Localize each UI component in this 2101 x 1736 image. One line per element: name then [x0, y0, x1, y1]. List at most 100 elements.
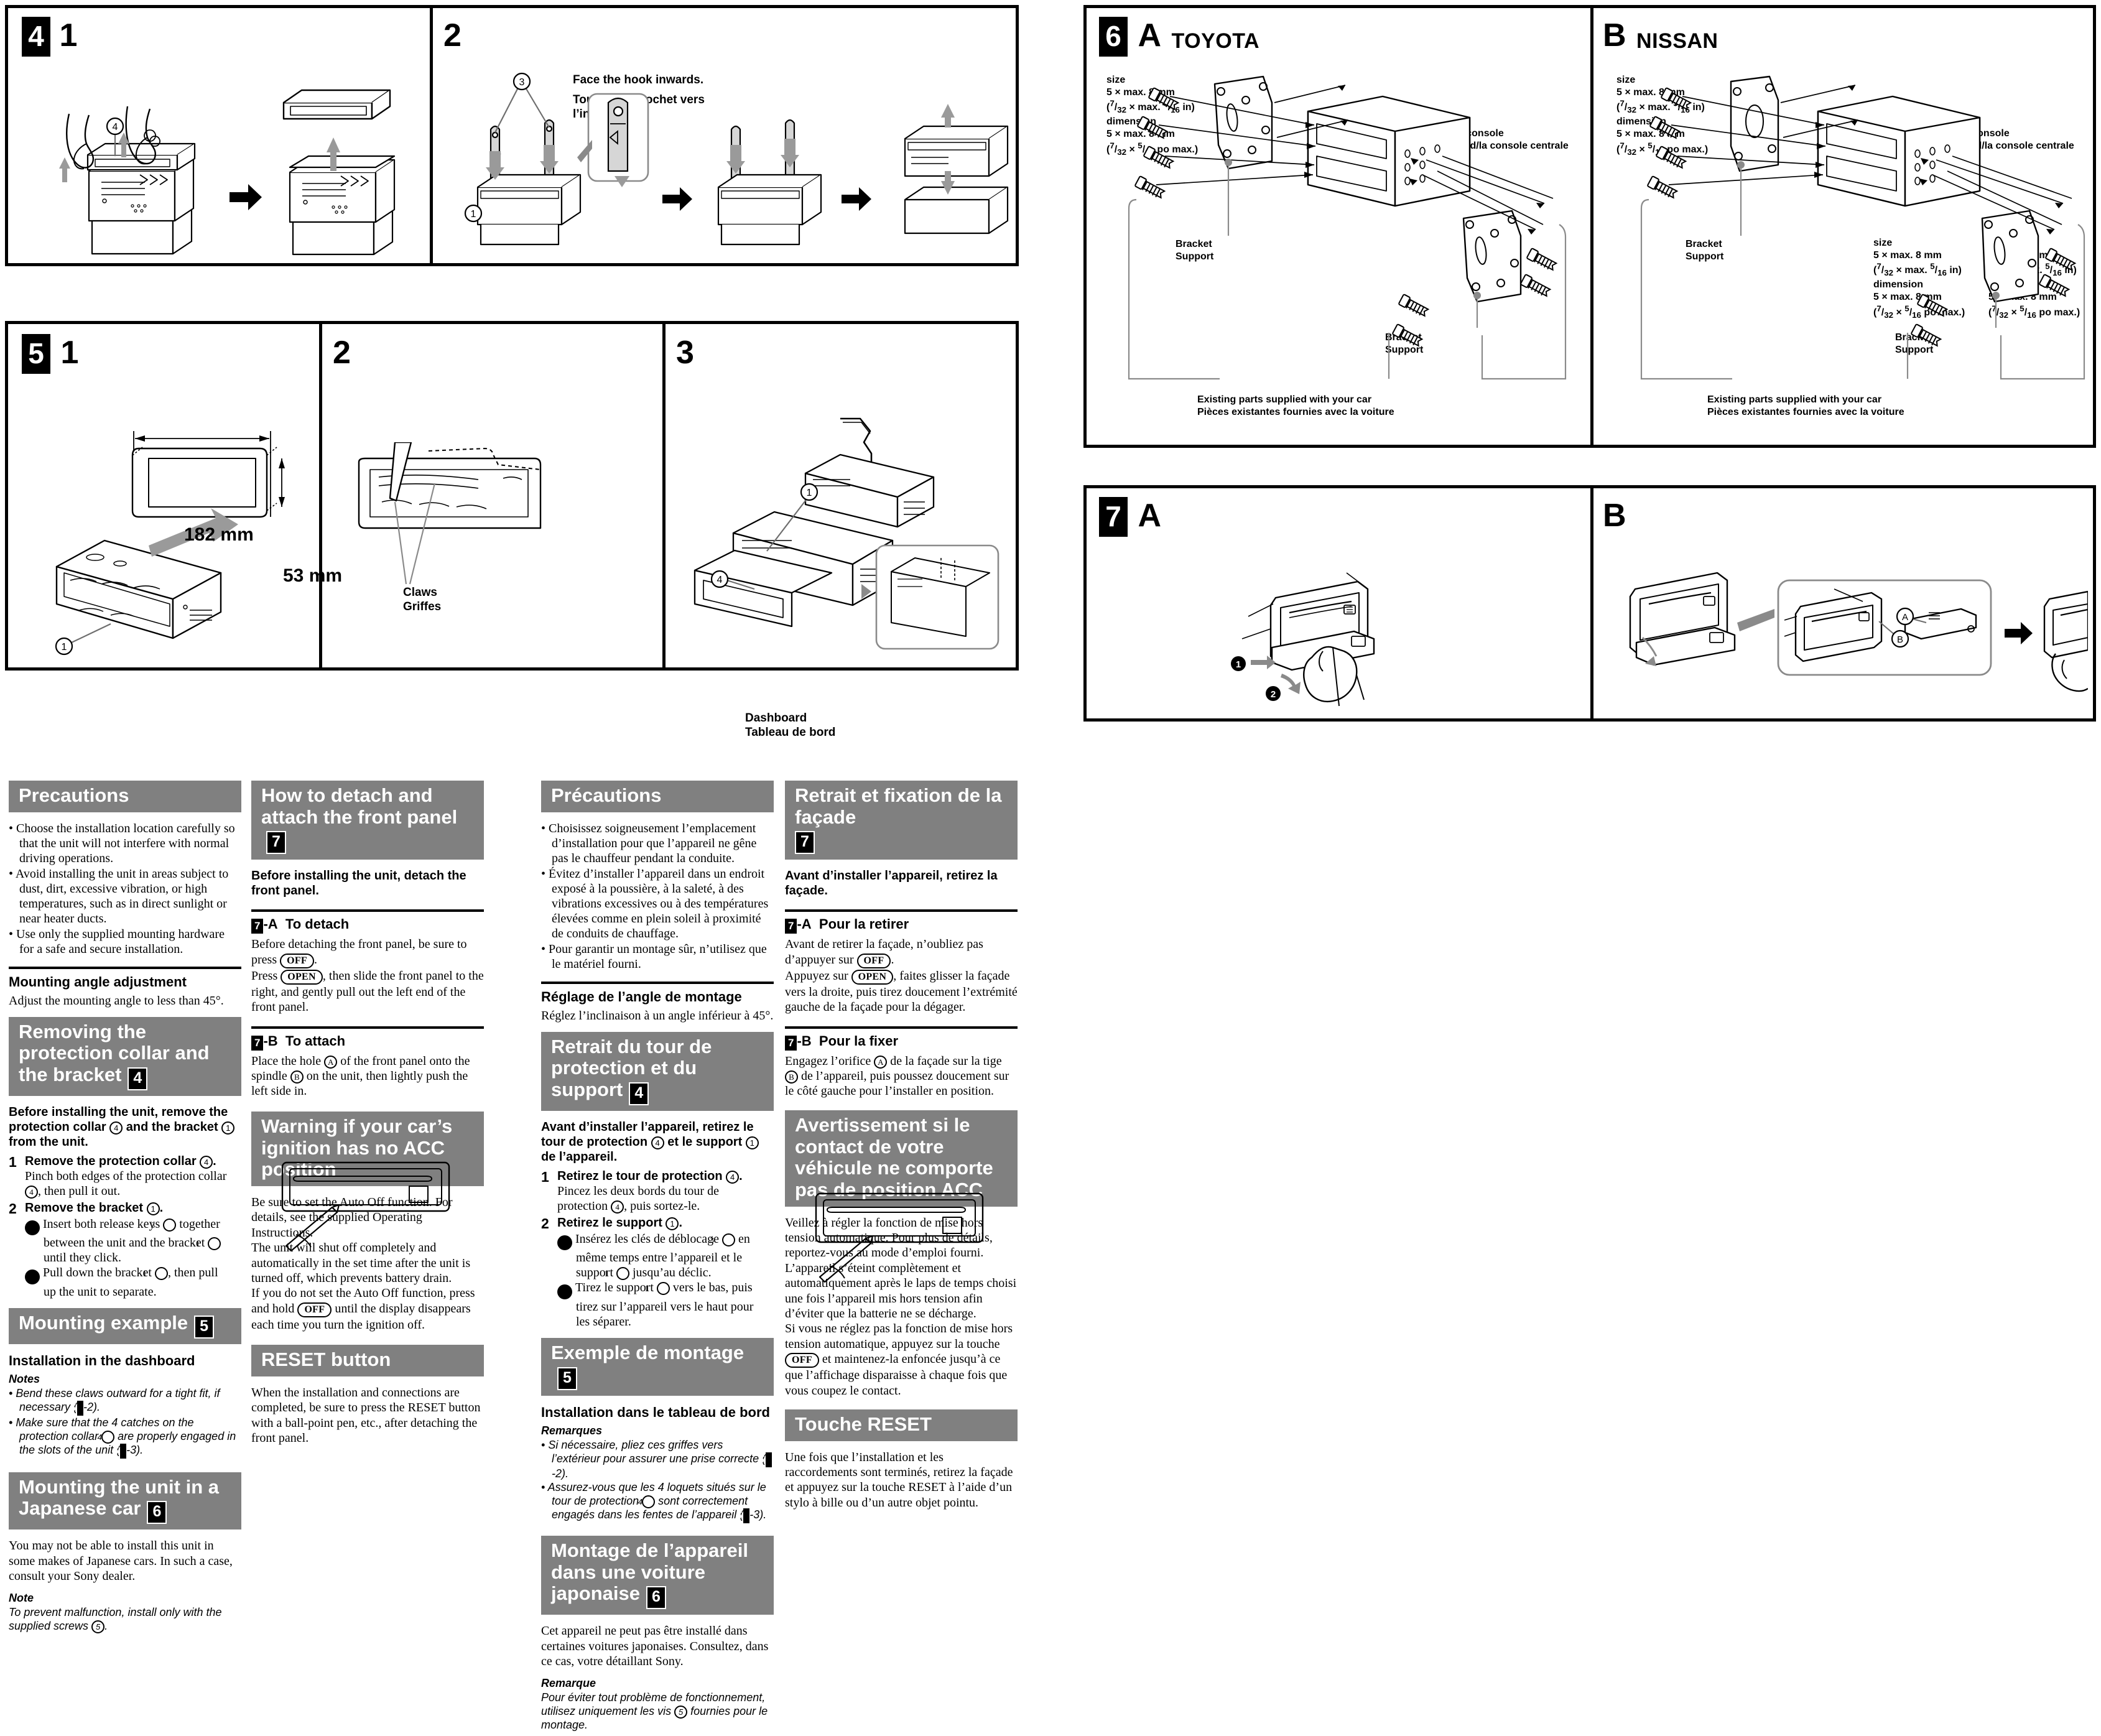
part-number-1: 1	[142, 1267, 168, 1281]
section-header-mounting-example-fr: Exemple de montage 5	[541, 1337, 774, 1396]
panel-7-header-b: B	[1603, 497, 1626, 532]
precaution-item: Pour garantir un montage sûr, n’utilisez…	[541, 942, 774, 972]
japanese-note-en: To prevent malfunction, install only wit…	[9, 1606, 222, 1634]
step-number: 2	[9, 1200, 17, 1217]
angle-title-fr: Réglage de l’angle de montage	[541, 988, 742, 1005]
section-badge-5-fr: 5	[557, 1367, 577, 1390]
reset-title-fr: Touche RESET	[795, 1413, 932, 1435]
panel-step-5: 5 1 1 182 mm 53 mm 2 Claws Griffes 3 Das…	[5, 321, 1019, 739]
removing-steps-en: 1 Remove the protection collar 4. Pinch …	[9, 1154, 241, 1299]
angle-body-en: Adjust the mounting angle to less than 4…	[9, 994, 224, 1008]
detach-a-body-fr: Avant de retirer la façade, n’oubliez pa…	[785, 937, 1018, 1014]
dimension-height-label: 53 mm	[283, 565, 343, 586]
removing-step-1: 1 Retirez le tour de protection 4. Pince…	[541, 1168, 743, 1214]
step-badge-4: 4	[22, 17, 50, 57]
ref-letter-b: B	[785, 1070, 798, 1084]
attach-b-label: -B	[263, 1033, 278, 1049]
step-2-item-2: 2 Pull down the bracket 1, then pull up t…	[14, 1266, 218, 1299]
panel-5-2-header: 2	[333, 334, 351, 369]
svg-text:1: 1	[807, 488, 812, 498]
precaution-item: Évitez d’installer l’appareil dans un en…	[541, 866, 774, 941]
text-column-en-left: Precautions Choose the installation loca…	[9, 781, 241, 1637]
removing-steps-fr: 1 Retirez le tour de protection 4. Pince…	[541, 1169, 774, 1329]
section-badge-4-fr: 4	[629, 1082, 649, 1105]
notes-title-en: Notes	[9, 1373, 40, 1386]
section-header-japanese-car-fr: Montage de l’appareil dans une voiture j…	[541, 1535, 774, 1615]
step-2-item-2: 2 Tirez le support 1 vers le bas, puis ti…	[546, 1281, 754, 1329]
section-badge-4-en: 4	[128, 1067, 148, 1090]
section-header-reset-fr: Touche RESET	[785, 1409, 1018, 1441]
ref-badge-7: 7	[785, 1035, 797, 1051]
illustration-7-b: B A	[1629, 572, 2088, 692]
panel-step-4: 4 1 4 2 Face the hook inwards. crochet v…	[5, 5, 1019, 266]
illustration-reset-en	[281, 1161, 450, 1252]
ref-badge-7: 7	[785, 919, 797, 934]
detach-a-title: To detach	[285, 916, 350, 932]
part-number-5: 5	[91, 1620, 105, 1634]
variant-letter-7b: B	[1603, 498, 1626, 534]
part-number-4: 4	[98, 1430, 115, 1444]
mounting-notes-en: Bend these claws outward for a tight fit…	[9, 1387, 241, 1459]
part-number-4: 4	[611, 1200, 624, 1214]
ref-badge-7: 7	[251, 1035, 264, 1051]
removing-step-2: 2 Remove the bracket 1. 1 Insert both rel…	[9, 1200, 241, 1299]
svg-text:1: 1	[471, 209, 476, 220]
claws-label-fr: Griffes	[403, 600, 442, 614]
panel-7-header-a: 7 A	[1099, 497, 1161, 537]
divider	[9, 966, 241, 969]
panel-7-divider	[1590, 488, 1593, 718]
attach-b-title: To attach	[285, 1033, 346, 1049]
removing-intro-en: Before installing the unit, remove the p…	[9, 1105, 241, 1149]
japanese-car-title-en: Mounting the unit in a Japanese car	[19, 1475, 219, 1520]
dimension-width-label: 182 mm	[184, 524, 254, 545]
off-button-pill: OFF	[785, 1353, 819, 1368]
step-number: 2	[541, 1215, 549, 1232]
illustration-4-1: 4	[59, 89, 396, 256]
off-button-pill: OFF	[297, 1302, 332, 1317]
japanese-car-body-fr: Cet appareil ne peut pas être installé d…	[541, 1624, 769, 1669]
detach-a-label: -A	[263, 916, 278, 932]
japanese-note-title-en: Note	[9, 1592, 34, 1605]
variant-letter-7a: A	[1138, 498, 1162, 534]
section-header-detach-fr: Retrait et fixation de la façade 7	[785, 781, 1018, 860]
reset-body-fr: Une fois que l’installation et les racco…	[785, 1450, 1013, 1510]
mounting-example-title-en: Mounting example	[19, 1311, 188, 1334]
japanese-note-fr: Pour éviter tout problème de fonctionnem…	[541, 1691, 768, 1732]
intro-b: and the bracket	[123, 1120, 222, 1134]
illustration-6-b	[1640, 75, 2085, 380]
illustration-5-3: 1 4	[693, 417, 999, 650]
section-badge-6-en: 6	[147, 1501, 167, 1525]
section-header-removing-fr: Retrait du tour de protection et du supp…	[541, 1031, 774, 1111]
panel-5-divider-2	[662, 324, 666, 667]
svg-text:4: 4	[717, 575, 723, 585]
part-number-1: 1	[196, 1237, 221, 1251]
dashboard-label: Dashboard Tableau de bord	[745, 711, 835, 740]
open-button-pill: OPEN	[851, 969, 894, 985]
part-number-1: 1	[605, 1267, 629, 1281]
mounting-note-2: Assurez-vous que les 4 loquets situés su…	[541, 1481, 774, 1523]
detach-a-label: -A	[797, 916, 812, 932]
mounting-example-title-fr: Exemple de montage	[551, 1341, 744, 1363]
step-badge-7: 7	[1099, 497, 1128, 537]
svg-text:3: 3	[519, 77, 525, 88]
substep-label-2: 2	[443, 17, 461, 53]
detach-intro-en: Before installing the unit, detach the f…	[251, 869, 466, 898]
ref-badge-5: 5	[736, 1508, 750, 1523]
part-number-1: 1	[745, 1136, 759, 1149]
ref-letter-b: B	[290, 1070, 304, 1084]
section-header-precautions-en: Precautions	[9, 781, 241, 812]
part-number-4: 4	[200, 1155, 213, 1169]
illustration-6-a	[1128, 75, 1567, 380]
illustration-7-a: 1 2	[1231, 572, 1375, 707]
part-number-3: 3	[710, 1233, 735, 1246]
mounting-note-1: Bend these claws outward for a tight fit…	[9, 1387, 241, 1416]
part-number-1: 1	[666, 1217, 679, 1230]
step-2-item-1: 1 Insérez les clés de déblocage 3 en même…	[546, 1232, 750, 1281]
part-number-4: 4	[25, 1185, 38, 1199]
panel-6-divider	[1590, 8, 1593, 445]
substep-label-5-1: 1	[60, 335, 79, 371]
text-column-fr-left: Précautions Choisissez soigneusement l’e…	[541, 781, 774, 1736]
mounting-notes-fr: Si nécessaire, pliez ces griffes vers l’…	[541, 1439, 774, 1523]
attach-b-body-en: Place the hole A of the front panel onto…	[251, 1054, 470, 1098]
illustration-5-2	[358, 442, 542, 585]
